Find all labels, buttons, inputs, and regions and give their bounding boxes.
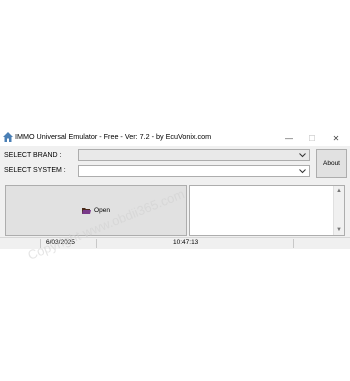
open-button[interactable]: Open xyxy=(5,185,187,236)
status-bar: 6/03/2025 10:47:13 xyxy=(0,237,350,249)
app-window: IMMO Universal Emulator - Free - Ver: 7.… xyxy=(0,130,350,249)
open-button-label: Open xyxy=(94,207,110,214)
title-bar[interactable]: IMMO Universal Emulator - Free - Ver: 7.… xyxy=(0,130,350,146)
house-icon xyxy=(3,132,13,142)
status-time: 10:47:13 xyxy=(173,239,199,246)
log-textarea[interactable]: ▲ ▼ xyxy=(189,185,345,236)
close-button[interactable]: ✕ xyxy=(323,130,349,146)
about-button[interactable]: About xyxy=(316,149,347,178)
chevron-down-icon xyxy=(299,153,306,158)
status-divider xyxy=(96,239,97,248)
status-divider xyxy=(40,239,41,248)
maximize-button[interactable]: ☐ xyxy=(299,130,325,146)
status-date: 6/03/2025 xyxy=(46,239,75,246)
log-scrollbar[interactable]: ▲ ▼ xyxy=(333,186,344,235)
system-select[interactable] xyxy=(78,165,310,177)
window-title: IMMO Universal Emulator - Free - Ver: 7.… xyxy=(15,132,212,141)
scroll-down-icon[interactable]: ▼ xyxy=(334,225,344,235)
brand-label: SELECT BRAND : xyxy=(4,152,62,159)
status-divider xyxy=(293,239,294,248)
brand-select[interactable] xyxy=(78,149,310,161)
scroll-up-icon[interactable]: ▲ xyxy=(334,186,344,196)
folder-icon xyxy=(82,208,92,214)
system-label: SELECT SYSTEM : xyxy=(4,167,66,174)
chevron-down-icon xyxy=(299,169,306,174)
